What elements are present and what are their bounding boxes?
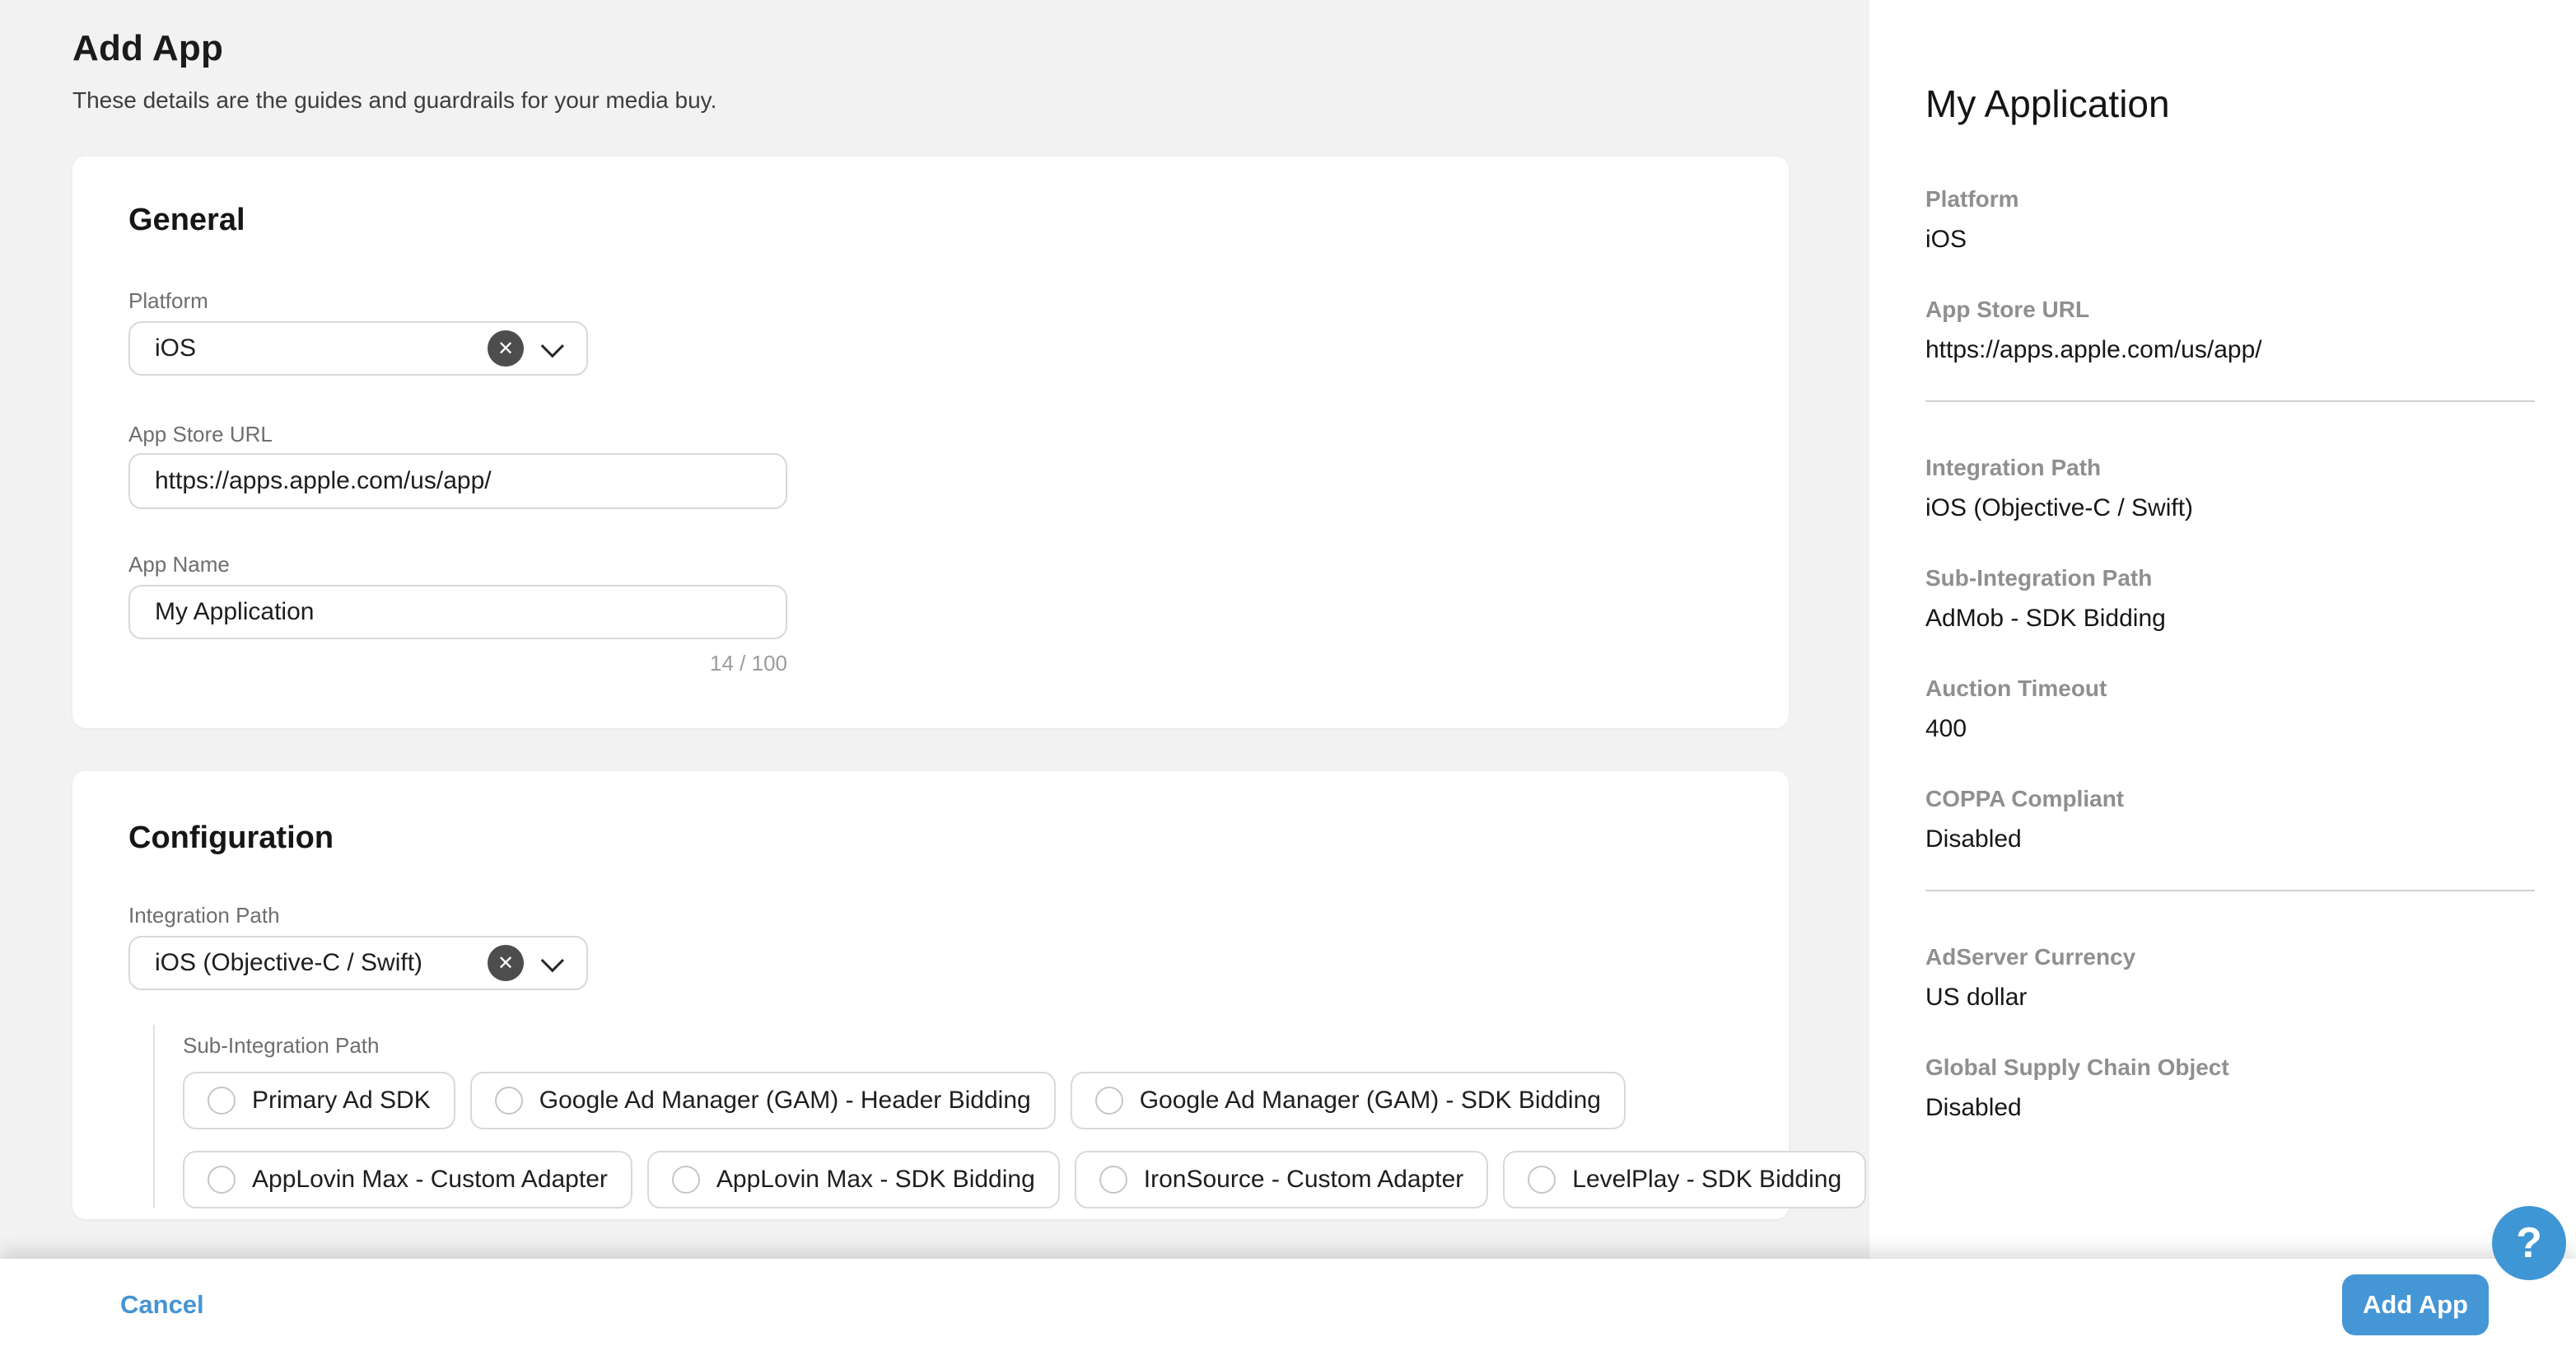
summary-field-auction-timeout: Auction Timeout 400 <box>1925 674 2535 745</box>
summary-field-sub-integration-path: Sub-Integration Path AdMob - SDK Bidding <box>1925 563 2535 634</box>
app-name-label: App Name <box>128 550 230 578</box>
summary-divider <box>1925 400 2535 402</box>
app-store-url-label: App Store URL <box>128 420 273 448</box>
general-card: General Platform iOS ✕ App Store URL App… <box>72 157 1789 728</box>
radio-circle-icon <box>208 1166 236 1194</box>
app-store-url-input[interactable] <box>128 453 787 509</box>
sub-integration-row-2: AppLovin Max - Custom Adapter AppLovin M… <box>183 1151 1756 1208</box>
general-heading: General <box>128 203 1733 238</box>
sub-integration-group: Sub-Integration Path Primary Ad SDK Goog… <box>153 1025 1756 1208</box>
integration-path-select[interactable]: iOS (Objective-C / Swift) ✕ <box>128 936 588 990</box>
summary-field-coppa-compliant: COPPA Compliant Disabled <box>1925 784 2535 855</box>
platform-label: Platform <box>128 287 208 315</box>
summary-field-value: Disabled <box>1925 824 2535 855</box>
summary-field-value: iOS (Objective-C / Swift) <box>1925 493 2535 524</box>
summary-field-value: Disabled <box>1925 1092 2535 1124</box>
option-label: Primary Ad SDK <box>252 1087 431 1115</box>
summary-field-adserver-currency: AdServer Currency US dollar <box>1925 942 2535 1013</box>
summary-field-label: Integration Path <box>1925 453 2535 483</box>
summary-divider <box>1925 890 2535 891</box>
platform-select-value: iOS <box>155 334 488 362</box>
add-app-button[interactable]: Add App <box>2342 1274 2489 1335</box>
help-button[interactable]: ? <box>2492 1206 2566 1280</box>
chevron-down-icon[interactable] <box>541 334 564 358</box>
summary-field-value: AdMob - SDK Bidding <box>1925 603 2535 634</box>
summary-group-1: Platform iOS App Store URL https://apps.… <box>1925 185 2535 366</box>
cancel-button[interactable]: Cancel <box>120 1290 204 1320</box>
integration-path-select-value: iOS (Objective-C / Swift) <box>155 949 488 977</box>
summary-field-integration-path: Integration Path iOS (Objective-C / Swif… <box>1925 453 2535 524</box>
summary-field-label: COPPA Compliant <box>1925 784 2535 814</box>
platform-select[interactable]: iOS ✕ <box>128 321 588 376</box>
sub-integration-label: Sub-Integration Path <box>183 1033 1756 1059</box>
page-title: Add App <box>72 28 223 69</box>
summary-field-value: 400 <box>1925 713 2535 745</box>
sub-integration-option-applovin-sdk-bidding[interactable]: AppLovin Max - SDK Bidding <box>647 1151 1060 1208</box>
form-column: Add App These details are the guides and… <box>0 0 1869 1351</box>
page-subtitle: These details are the guides and guardra… <box>72 87 716 114</box>
summary-field-value: US dollar <box>1925 982 2535 1013</box>
summary-field-value: iOS <box>1925 224 2535 255</box>
option-label: AppLovin Max - SDK Bidding <box>716 1166 1035 1194</box>
question-mark-icon: ? <box>2516 1218 2542 1268</box>
radio-circle-icon <box>208 1087 236 1115</box>
radio-circle-icon <box>672 1166 700 1194</box>
footer-action-bar: Cancel Add App <box>0 1259 2576 1351</box>
summary-field-label: App Store URL <box>1925 295 2535 325</box>
sub-integration-option-ironsource-custom-adapter[interactable]: IronSource - Custom Adapter <box>1075 1151 1489 1208</box>
summary-group-3: AdServer Currency US dollar Global Suppl… <box>1925 942 2535 1124</box>
summary-group-2: Integration Path iOS (Objective-C / Swif… <box>1925 453 2535 855</box>
summary-panel: My Application Platform iOS App Store UR… <box>1869 0 2576 1351</box>
summary-field-label: Global Supply Chain Object <box>1925 1053 2535 1082</box>
option-label: LevelPlay - SDK Bidding <box>1572 1166 1841 1194</box>
summary-field-label: Platform <box>1925 185 2535 214</box>
radio-circle-icon <box>495 1087 523 1115</box>
integration-path-label: Integration Path <box>128 901 280 929</box>
sub-integration-option-gam-sdk-bidding[interactable]: Google Ad Manager (GAM) - SDK Bidding <box>1071 1072 1626 1129</box>
option-label: Google Ad Manager (GAM) - SDK Bidding <box>1140 1087 1601 1115</box>
summary-field-global-supply-chain: Global Supply Chain Object Disabled <box>1925 1053 2535 1124</box>
configuration-heading: Configuration <box>128 820 1733 856</box>
add-app-page: Add App These details are the guides and… <box>0 0 2576 1351</box>
sub-integration-option-gam-header-bidding[interactable]: Google Ad Manager (GAM) - Header Bidding <box>470 1072 1056 1129</box>
chevron-down-icon[interactable] <box>541 949 564 972</box>
sub-integration-option-applovin-custom-adapter[interactable]: AppLovin Max - Custom Adapter <box>183 1151 632 1208</box>
sub-integration-option-levelplay-sdk-bidding[interactable]: LevelPlay - SDK Bidding <box>1503 1151 1866 1208</box>
radio-circle-icon <box>1095 1087 1123 1115</box>
sub-integration-option-primary-ad-sdk[interactable]: Primary Ad SDK <box>183 1072 455 1129</box>
summary-field-label: AdServer Currency <box>1925 942 2535 972</box>
option-label: IronSource - Custom Adapter <box>1144 1166 1464 1194</box>
sub-integration-row-1: Primary Ad SDK Google Ad Manager (GAM) -… <box>183 1072 1756 1129</box>
option-label: AppLovin Max - Custom Adapter <box>252 1166 608 1194</box>
char-counter: 14 / 100 <box>128 651 787 676</box>
option-label: Google Ad Manager (GAM) - Header Bidding <box>539 1087 1031 1115</box>
summary-field-label: Sub-Integration Path <box>1925 563 2535 593</box>
summary-field-value: https://apps.apple.com/us/app/ <box>1925 334 2535 366</box>
clear-icon[interactable]: ✕ <box>488 945 524 981</box>
summary-field-app-store-url: App Store URL https://apps.apple.com/us/… <box>1925 295 2535 366</box>
summary-heading: My Application <box>1925 79 2535 129</box>
configuration-card: Configuration Integration Path iOS (Obje… <box>72 771 1789 1219</box>
clear-icon[interactable]: ✕ <box>488 330 524 367</box>
app-name-input[interactable] <box>128 585 787 639</box>
summary-field-platform: Platform iOS <box>1925 185 2535 255</box>
summary-field-label: Auction Timeout <box>1925 674 2535 704</box>
radio-circle-icon <box>1099 1166 1127 1194</box>
radio-circle-icon <box>1528 1166 1556 1194</box>
